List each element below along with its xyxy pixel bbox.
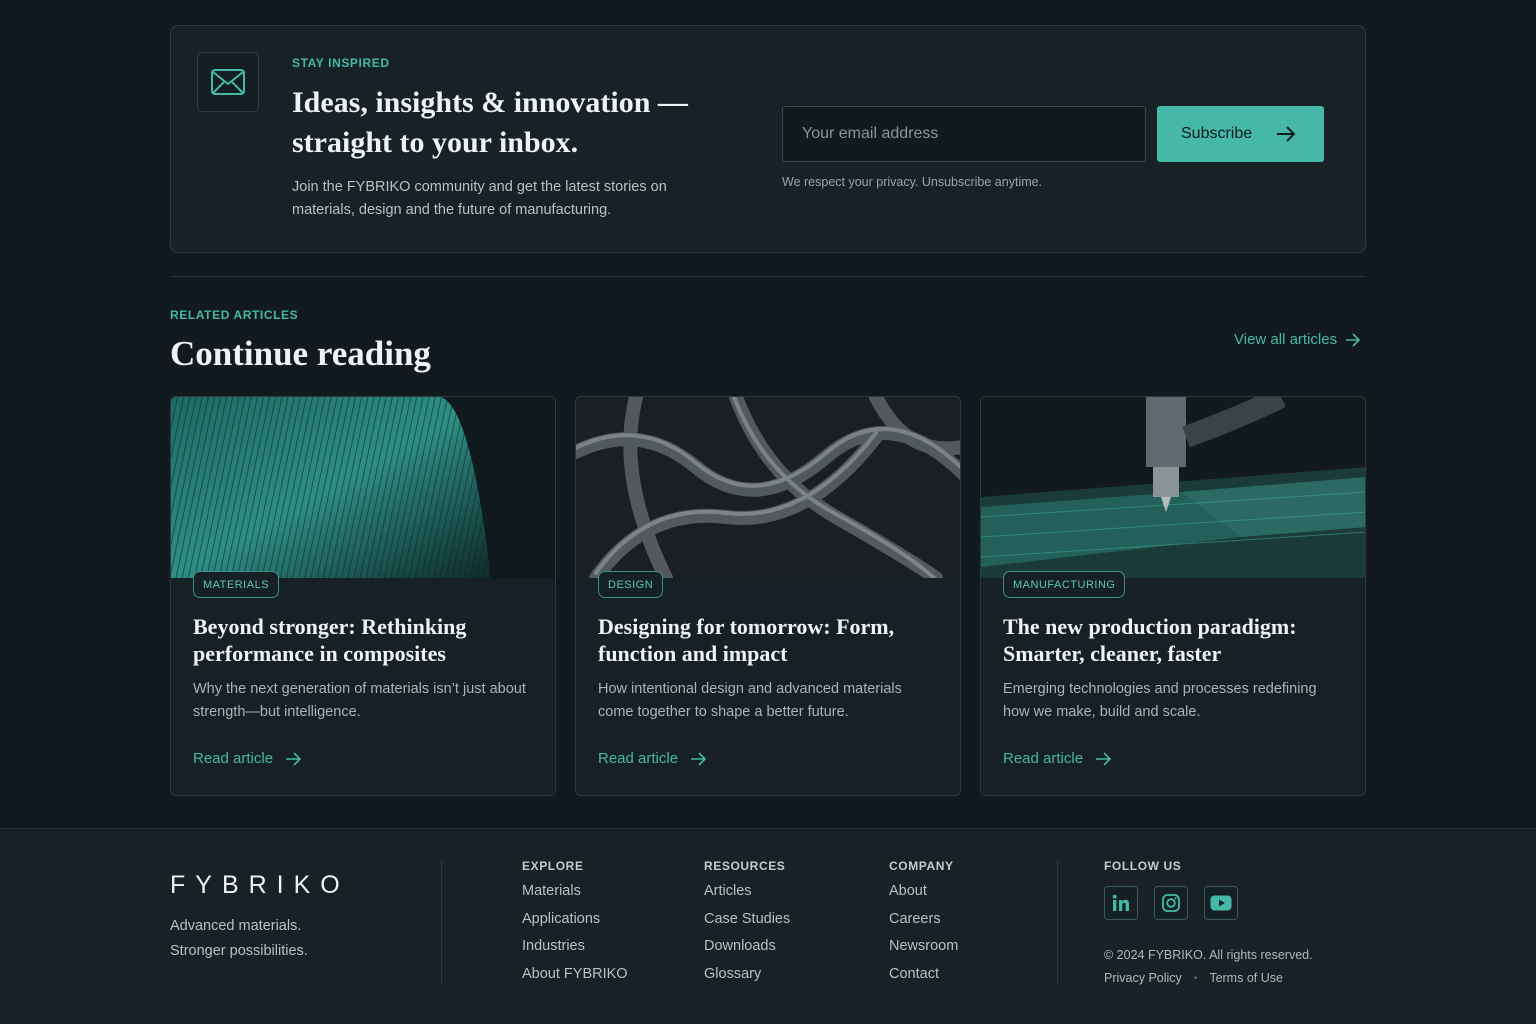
privacy-policy-link[interactable]: Privacy Policy [1104,971,1182,985]
category-tag: MANUFACTURING [1003,571,1126,598]
envelope-icon [197,52,259,112]
article-title: Beyond stronger: Rethinking performance … [193,614,467,666]
footer-explore-column: EXPLORE Materials Applications Industrie… [522,859,628,993]
article-card[interactable]: DESIGN Designing for tomorrow: Form, fun… [575,396,961,796]
newsletter-description: Join the FYBRIKO community and get the l… [292,179,667,218]
newsletter-panel: STAY INSPIRED Ideas, insights & innovati… [170,25,1366,253]
column-heading: EXPLORE [522,859,584,873]
brand-tagline: Advanced materials. Stronger possibiliti… [170,914,390,964]
view-all-label: View all articles [1234,331,1338,348]
tagline-line: Advanced materials. [170,918,302,934]
section-divider [170,276,1366,277]
youtube-icon[interactable] [1204,886,1238,920]
article-description: Emerging technologies and processes rede… [1003,681,1317,720]
footer-follow-column: FOLLOW US [1104,859,1181,883]
article-description: How intentional design and advanced mate… [598,681,902,720]
footer-link[interactable]: Industries [522,938,628,966]
newsletter-title: Ideas, insights & innovation — straight … [292,86,688,159]
footer-link[interactable]: Articles [704,883,790,911]
article-description: Why the next generation of materials isn… [193,681,526,720]
copyright-text: © 2024 FYBRIKO. All rights reserved. [1104,948,1313,962]
footer-link[interactable]: Newsroom [889,938,958,966]
footer-link[interactable]: Contact [889,966,958,994]
related-title: Continue reading [170,334,431,373]
tagline-line: Stronger possibilities. [170,943,308,959]
separator-dot: • [1193,972,1198,984]
article-card[interactable]: MATERIALS Beyond stronger: Rethinking pe… [170,396,556,796]
subscribe-label: Subscribe [1181,125,1253,142]
read-article-label: Read article [1003,750,1084,767]
read-article-link[interactable]: Read article [193,750,302,767]
view-all-articles-link[interactable]: View all articles [1234,331,1361,348]
category-tag: DESIGN [598,571,664,598]
column-heading: RESOURCES [704,859,786,873]
footer-link[interactable]: Case Studies [704,911,790,939]
arrow-right-icon [1096,751,1112,766]
footer-company-column: COMPANY About Careers Newsroom Contact [889,859,958,993]
newsletter-eyebrow: STAY INSPIRED [292,56,390,70]
linkedin-icon[interactable] [1104,886,1138,920]
category-tag: MATERIALS [193,571,280,598]
footer-divider [441,861,442,985]
arrow-right-icon [1277,126,1296,142]
footer-link[interactable]: Careers [889,911,958,939]
arrow-right-icon [1346,332,1361,347]
read-article-label: Read article [193,750,274,767]
robotic-manufacturing-image [981,397,1365,578]
email-field[interactable] [782,106,1146,162]
terms-of-use-link[interactable]: Terms of Use [1209,971,1283,985]
footer-resources-column: RESOURCES Articles Case Studies Download… [704,859,790,993]
footer-link[interactable]: Applications [522,911,628,939]
social-links [1104,886,1238,920]
footer-link[interactable]: Materials [522,883,628,911]
footer-link[interactable]: Glossary [704,966,790,994]
footer-link[interactable]: Downloads [704,938,790,966]
lattice-structure-image [576,397,960,578]
subscribe-button[interactable]: Subscribe [1157,106,1324,162]
brand-logo[interactable]: FYBRIKO [170,871,350,900]
composite-material-image [171,397,555,578]
footer-divider [1057,861,1058,985]
related-eyebrow: RELATED ARTICLES [170,308,299,322]
arrow-right-icon [286,751,302,766]
article-title: The new production paradigm: Smarter, cl… [1003,614,1297,666]
legal-links: Privacy Policy • Terms of Use [1104,971,1283,985]
footer-link[interactable]: About [889,883,958,911]
article-title: Designing for tomorrow: Form, function a… [598,614,895,666]
arrow-right-icon [691,751,707,766]
footer-link[interactable]: About FYBRIKO [522,966,628,994]
read-article-link[interactable]: Read article [598,750,707,767]
privacy-note: We respect your privacy. Unsubscribe any… [782,175,1043,189]
read-article-link[interactable]: Read article [1003,750,1112,767]
instagram-icon[interactable] [1154,886,1188,920]
column-heading: FOLLOW US [1104,859,1182,873]
site-footer: FYBRIKO Advanced materials. Stronger pos… [0,828,1536,1024]
read-article-label: Read article [598,750,679,767]
column-heading: COMPANY [889,859,954,873]
article-card[interactable]: MANUFACTURING The new production paradig… [980,396,1366,796]
